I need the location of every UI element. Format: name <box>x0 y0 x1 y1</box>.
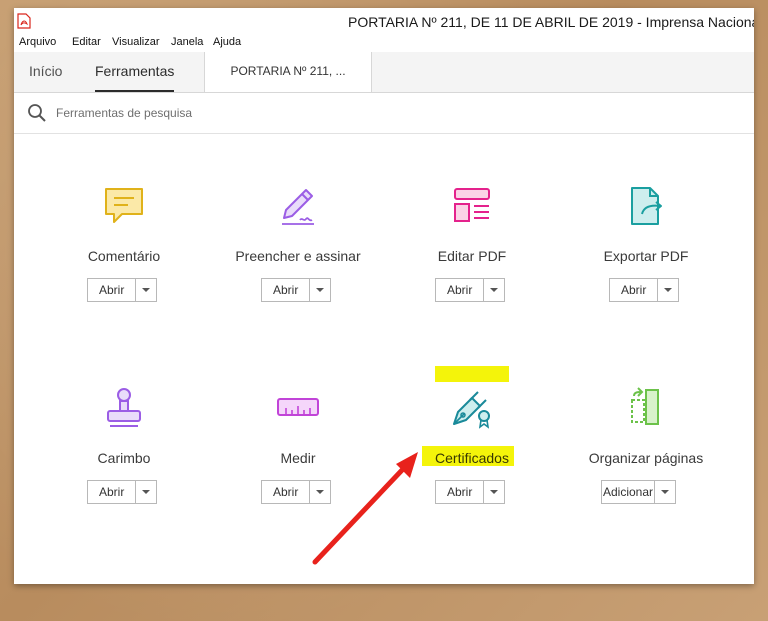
edit-pdf-open-button[interactable]: Abrir <box>436 279 485 301</box>
measure-open-button[interactable]: Abrir <box>262 481 311 503</box>
fill-sign-dropdown-button[interactable] <box>310 279 330 301</box>
menu-visualizar[interactable]: Visualizar <box>112 36 160 48</box>
tool-comment-label: Comentário <box>87 248 161 264</box>
tool-comment-button-group: Abrir <box>87 278 158 302</box>
fill-sign-open-button[interactable]: Abrir <box>262 279 311 301</box>
tool-certificates[interactable]: Certificados Abrir <box>392 386 552 516</box>
tool-certificates-label: Certificados <box>435 450 509 466</box>
tool-edit-pdf-label: Editar PDF <box>437 248 507 264</box>
comment-open-button[interactable]: Abrir <box>88 279 137 301</box>
chevron-down-icon <box>316 490 325 494</box>
menu-editar[interactable]: Editar <box>72 36 101 48</box>
tool-fill-sign-button-group: Abrir <box>261 278 332 302</box>
tool-edit-pdf-button-group: Abrir <box>435 278 506 302</box>
tool-measure[interactable]: Medir Abrir <box>218 386 378 516</box>
chevron-down-icon <box>142 288 151 292</box>
certificates-icon <box>453 391 490 429</box>
menu-ajuda[interactable]: Ajuda <box>213 36 241 48</box>
tool-stamp[interactable]: Carimbo Abrir <box>44 386 204 516</box>
tool-organize-pages[interactable]: Organizar páginas Adicionar <box>566 386 726 516</box>
measure-dropdown-button[interactable] <box>310 481 330 503</box>
tab-document[interactable]: PORTARIA Nº 211, ... <box>204 52 372 92</box>
acrobat-window: PORTARIA Nº 211, DE 11 DE ABRIL DE 2019 … <box>14 8 754 584</box>
title-bar: PORTARIA Nº 211, DE 11 DE ABRIL DE 2019 … <box>14 8 754 34</box>
acrobat-app-icon <box>17 13 31 29</box>
tool-edit-pdf[interactable]: Editar PDF Abrir <box>392 184 552 314</box>
tool-certificates-button-group: Abrir <box>435 480 506 504</box>
tools-grid: Comentário Abrir Preencher e assinar Abr… <box>14 134 754 584</box>
tools-search-bar <box>14 93 754 134</box>
chevron-down-icon <box>661 490 670 494</box>
window-title: PORTARIA Nº 211, DE 11 DE ABRIL DE 2019 … <box>348 14 754 30</box>
tool-organize-pages-label: Organizar páginas <box>588 450 704 466</box>
comment-dropdown-button[interactable] <box>136 279 156 301</box>
tool-measure-label: Medir <box>280 450 316 466</box>
chevron-down-icon <box>490 288 499 292</box>
comment-icon <box>105 188 143 223</box>
tool-organize-pages-button-group: Adicionar <box>601 480 677 504</box>
organize-pages-icon <box>631 387 659 425</box>
organize-pages-add-button[interactable]: Adicionar <box>602 481 656 503</box>
tab-bar: Início Ferramentas PORTARIA Nº 211, ... <box>14 52 754 93</box>
export-pdf-open-button[interactable]: Abrir <box>610 279 659 301</box>
tool-export-pdf[interactable]: Exportar PDF Abrir <box>566 184 726 314</box>
menu-arquivo[interactable]: Arquivo <box>19 36 56 48</box>
certificates-dropdown-button[interactable] <box>484 481 504 503</box>
search-icon <box>28 104 46 122</box>
tool-export-pdf-label: Exportar PDF <box>603 248 689 264</box>
menu-janela[interactable]: Janela <box>171 36 203 48</box>
tool-fill-sign[interactable]: Preencher e assinar Abrir <box>218 184 378 314</box>
search-input[interactable] <box>54 102 458 124</box>
chevron-down-icon <box>490 490 499 494</box>
stamp-icon <box>107 388 141 427</box>
stamp-dropdown-button[interactable] <box>136 481 156 503</box>
tool-fill-sign-label: Preencher e assinar <box>235 248 361 264</box>
chevron-down-icon <box>664 288 673 292</box>
tool-stamp-label: Carimbo <box>97 450 151 466</box>
menu-bar: Arquivo Editar Visualizar Janela Ajuda <box>14 34 754 52</box>
certificates-open-button[interactable]: Abrir <box>436 481 485 503</box>
chevron-down-icon <box>316 288 325 292</box>
tab-tools-label: Ferramentas <box>95 63 175 79</box>
tab-home-label: Início <box>29 63 63 79</box>
tool-measure-button-group: Abrir <box>261 480 332 504</box>
tab-tools[interactable]: Ferramentas <box>95 52 175 92</box>
active-tab-indicator <box>95 90 175 92</box>
wood-frame-background: PORTARIA Nº 211, DE 11 DE ABRIL DE 2019 … <box>0 0 768 621</box>
tool-comment[interactable]: Comentário Abrir <box>44 184 204 314</box>
chevron-down-icon <box>142 490 151 494</box>
measure-icon <box>277 398 319 416</box>
edit-pdf-dropdown-button[interactable] <box>484 279 504 301</box>
tool-stamp-button-group: Abrir <box>87 480 158 504</box>
edit-pdf-icon <box>454 188 490 222</box>
export-pdf-dropdown-button[interactable] <box>658 279 678 301</box>
export-pdf-icon <box>631 187 662 225</box>
tab-document-label: PORTARIA Nº 211, ... <box>230 64 346 78</box>
tab-home[interactable]: Início <box>29 52 62 92</box>
stamp-open-button[interactable]: Abrir <box>88 481 137 503</box>
fill-sign-icon <box>282 189 314 225</box>
tool-export-pdf-button-group: Abrir <box>609 278 680 302</box>
organize-pages-dropdown-button[interactable] <box>655 481 675 503</box>
